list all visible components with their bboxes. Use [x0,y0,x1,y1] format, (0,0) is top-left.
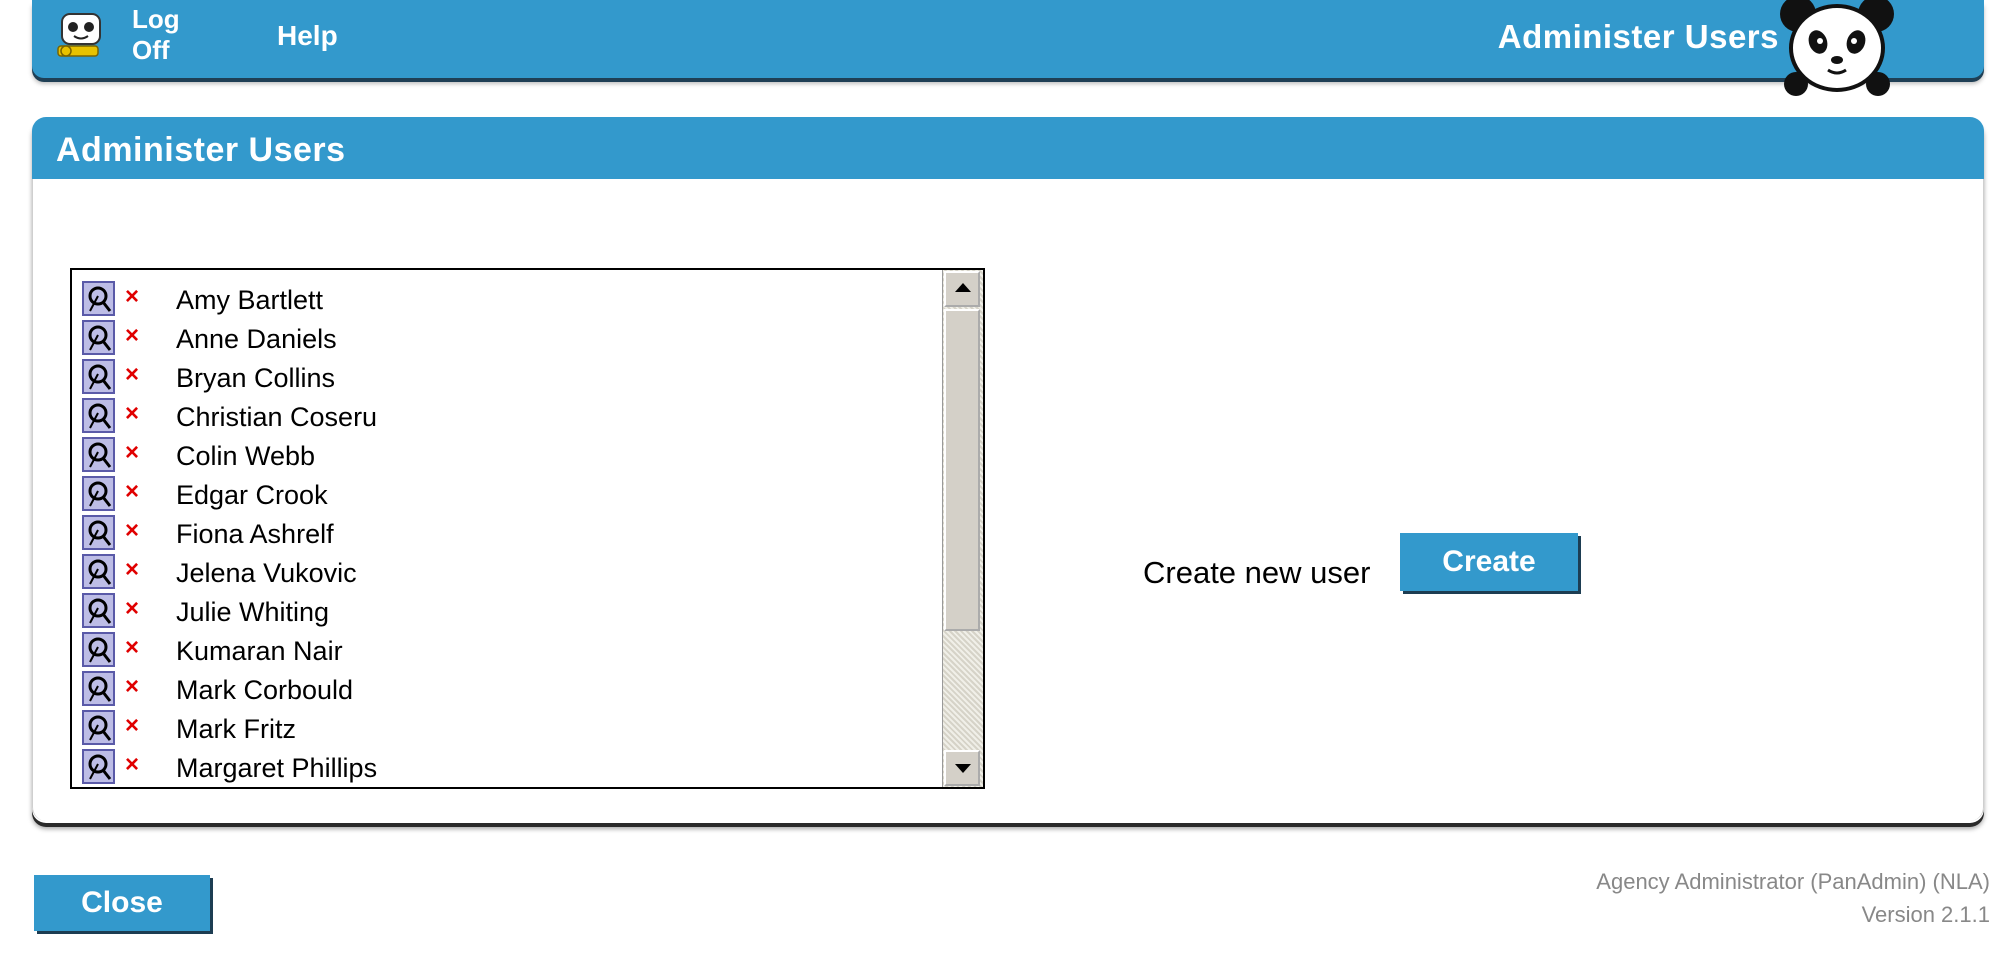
user-name[interactable]: Fiona Ashrelf [176,518,334,550]
user-name[interactable]: Colin Webb [176,440,315,472]
delete-user-icon[interactable]: × [125,321,139,351]
logoff-icon[interactable] [54,10,108,64]
user-list-item: × Fiona Ashrelf [72,514,932,553]
delete-user-icon[interactable]: × [125,438,139,468]
scroll-up-button[interactable] [944,271,980,307]
user-name[interactable]: Julie Whiting [176,596,329,628]
edit-user-icon[interactable] [82,320,115,355]
delete-user-icon[interactable]: × [125,399,139,429]
user-name[interactable]: Margaret Phillips [176,752,377,784]
user-name[interactable]: Mark Fritz [176,713,296,745]
administer-users-panel: Administer Users × Amy Bartlett × Anne Dani… [32,117,1984,823]
user-name[interactable]: Kumaran Nair [176,635,343,667]
user-name[interactable]: Edgar Crook [176,479,328,511]
delete-user-icon[interactable]: × [125,282,139,312]
delete-user-icon[interactable]: × [125,555,139,585]
user-list[interactable]: × Amy Bartlett × Anne Daniels × Bryan Collins… [70,268,985,789]
arrow-up-icon [955,283,971,292]
panel-header: Administer Users [32,117,1984,179]
user-name[interactable]: Jelena Vukovic [176,557,357,589]
delete-user-icon[interactable]: × [125,516,139,546]
create-new-user-label: Create new user [1143,555,1371,590]
edit-user-icon[interactable] [82,632,115,667]
footer-info: Agency Administrator (PanAdmin) (NLA) Ve… [1596,865,1990,931]
edit-user-icon[interactable] [82,749,115,784]
edit-user-icon[interactable] [82,359,115,394]
user-list-item: × Mark Corbould [72,670,932,709]
user-list-item: × Anne Daniels [72,319,932,358]
user-role-text: Agency Administrator (PanAdmin) (NLA) [1596,869,1990,894]
panel-title: Administer Users [56,131,346,169]
user-name[interactable]: Christian Coseru [176,401,377,433]
edit-user-icon[interactable] [82,515,115,550]
user-list-item: × Edgar Crook [72,475,932,514]
user-list-item: × Christian Coseru [72,397,932,436]
user-list-item: × Colin Webb [72,436,932,475]
edit-user-icon[interactable] [82,281,115,316]
top-title: Administer Users [1497,18,1779,55]
user-name[interactable]: Amy Bartlett [176,284,323,316]
user-list-items: × Amy Bartlett × Anne Daniels × Bryan Collins… [72,280,932,787]
user-name[interactable]: Mark Corbould [176,674,353,706]
user-list-item: × Margaret Phillips [72,748,932,787]
edit-user-icon[interactable] [82,476,115,511]
user-name[interactable]: Bryan Collins [176,362,335,394]
edit-user-icon[interactable] [82,437,115,472]
user-list-item: × Jelena Vukovic [72,553,932,592]
user-list-item: × Julie Whiting [72,592,932,631]
delete-user-icon[interactable]: × [125,594,139,624]
user-list-item: × Bryan Collins [72,358,932,397]
top-bar: Log Off Help Administer Users [32,0,1984,96]
scroll-down-button[interactable] [944,750,980,786]
edit-user-icon[interactable] [82,671,115,706]
arrow-down-icon [955,764,971,773]
user-list-item: × Mark Fritz [72,709,932,748]
delete-user-icon[interactable]: × [125,711,139,741]
delete-user-icon[interactable]: × [125,477,139,507]
edit-user-icon[interactable] [82,398,115,433]
user-list-item: × Kumaran Nair [72,631,932,670]
page: Log Off Help Administer Users Administer… [0,0,2015,977]
user-list-scrollbar[interactable] [942,270,983,787]
user-list-item: × Amy Bartlett [72,280,932,319]
delete-user-icon[interactable]: × [125,360,139,390]
help-link[interactable]: Help [277,20,338,52]
close-button[interactable]: Close [34,875,210,931]
user-name[interactable]: Anne Daniels [176,323,337,355]
create-button[interactable]: Create [1400,533,1578,591]
scroll-thumb[interactable] [944,309,980,631]
edit-user-icon[interactable] [82,710,115,745]
delete-user-icon[interactable]: × [125,750,139,780]
logoff-link[interactable]: Log Off [132,4,202,66]
delete-user-icon[interactable]: × [125,633,139,663]
delete-user-icon[interactable]: × [125,672,139,702]
edit-user-icon[interactable] [82,593,115,628]
edit-user-icon[interactable] [82,554,115,589]
panda-logo-icon [1780,0,1894,96]
version-text: Version 2.1.1 [1861,902,1990,927]
